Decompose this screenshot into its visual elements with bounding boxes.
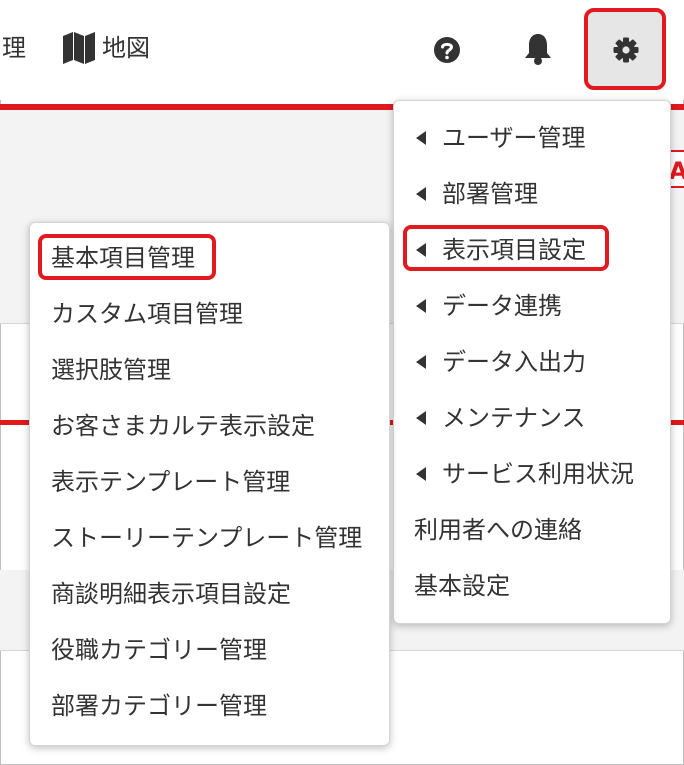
submenu-item-deal-detail-fields[interactable]: 商談明細表示項目設定 [51,582,291,606]
caret-left-icon [416,355,426,369]
submenu-item-position-categories[interactable]: 役職カテゴリー管理 [51,638,267,662]
gear-icon [613,37,639,63]
menu-item-user-management[interactable]: ユーザー管理 [442,126,586,150]
map-icon[interactable] [62,32,96,64]
submenu-item-custom-fields[interactable]: カスタム項目管理 [51,302,243,326]
menu-item-department-management[interactable]: 部署管理 [442,182,538,206]
menu-item-basic-settings[interactable]: 基本設定 [414,574,510,598]
display-settings-submenu: 基本項目管理 カスタム項目管理 選択肢管理 お客さまカルテ表示設定 表示テンプレ… [29,222,390,746]
caret-left-icon [416,467,426,481]
caret-left-icon [416,187,426,201]
menu-item-maintenance[interactable]: メンテナンス [442,406,586,430]
caret-left-icon [416,131,426,145]
caret-left-icon [416,243,426,257]
submenu-item-story-templates[interactable]: ストーリーテンプレート管理 [51,526,362,550]
menu-item-service-usage[interactable]: サービス利用状況 [442,462,634,486]
submenu-item-options[interactable]: 選択肢管理 [51,358,171,382]
nav-item-partial[interactable]: 理 [2,36,26,60]
settings-button[interactable] [584,8,666,90]
help-icon[interactable] [433,36,461,64]
caret-left-icon [416,411,426,425]
submenu-item-basic-fields[interactable]: 基本項目管理 [51,246,195,270]
submenu-item-department-categories[interactable]: 部署カテゴリー管理 [51,694,267,718]
caret-left-icon [416,299,426,313]
menu-item-data-import-export[interactable]: データ入出力 [442,350,586,374]
menu-item-user-notice[interactable]: 利用者への連絡 [414,518,582,542]
menu-item-display-settings[interactable]: 表示項目設定 [442,238,586,262]
submenu-item-customer-chart-display[interactable]: お客さまカルテ表示設定 [51,414,315,438]
map-nav-label[interactable]: 地図 [102,36,150,60]
background-button-letter: A [669,157,684,185]
top-header: 理 地図 [0,0,684,100]
bell-icon[interactable] [523,32,553,66]
settings-menu: ユーザー管理 部署管理 表示項目設定 データ連携 データ入出力 メンテナンス サ… [393,100,671,624]
submenu-item-display-templates[interactable]: 表示テンプレート管理 [51,470,290,494]
menu-item-data-integration[interactable]: データ連携 [442,294,562,318]
